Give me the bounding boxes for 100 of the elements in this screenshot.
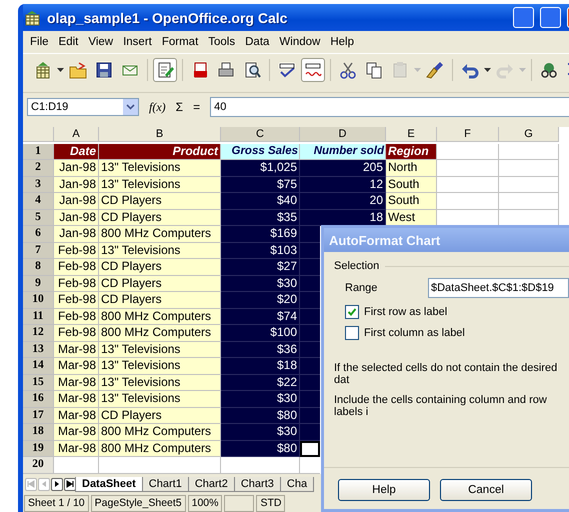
row-header[interactable]: 7 [23,242,54,259]
menu-item[interactable]: Edit [54,34,84,50]
column-header[interactable]: A [54,127,99,142]
table-cell: CD Players [99,259,221,276]
redo-icon [496,61,514,79]
status-field [224,494,254,512]
row-header[interactable]: 20 [23,457,54,474]
range-field[interactable]: $DataSheet.$C$1:$D$19 [428,278,569,298]
table-cell: 800 MHz Computers [99,308,221,325]
table-cell: $80 [221,408,300,424]
table-cell: $30 [221,276,300,292]
checkbox[interactable] [345,305,359,319]
table-cell: $35 [221,210,300,226]
toolbar-button[interactable] [153,58,177,82]
menu-item[interactable]: Help [325,34,359,50]
column-heading: Product [99,144,221,160]
table-cell: CD Players [99,210,221,226]
table-cell: Mar-98 [54,408,99,424]
row-header[interactable]: 5 [23,210,54,226]
table-cell: CD Players [99,408,221,424]
row-header[interactable]: 4 [23,193,54,210]
field-label: Range [345,282,378,294]
function-wizard-button[interactable]: f(x) [149,100,166,114]
first-icon [27,480,35,488]
table-cell: 800 MHz Computers [99,440,221,457]
formula-input[interactable]: 40 [210,97,569,117]
active-cell[interactable] [300,440,320,457]
toolbar-button[interactable] [301,58,325,82]
menu-item[interactable]: View [83,34,118,50]
table-cell: Jan-98 [54,160,99,176]
status-field: 100% [188,494,222,512]
dialog-button[interactable]: Help [338,479,430,501]
sheet-tab[interactable]: Cha [280,476,314,492]
group-label: Selection [334,260,380,272]
name-box[interactable]: C1:D19 [27,98,139,116]
table-cell: 13" Televisions [99,358,221,374]
row-header[interactable]: 1 [23,144,54,160]
row-header[interactable]: 10 [23,292,54,308]
table-cell: Jan-98 [54,193,99,210]
sheet-tab[interactable]: DataSheet [75,476,143,492]
menu-item[interactable]: Data [240,34,274,50]
sheet-tab[interactable]: Chart3 [234,476,281,492]
column-header[interactable]: G [499,127,559,142]
row-header[interactable]: 19 [23,440,54,457]
next-sheet-button[interactable] [51,478,63,490]
last-sheet-button[interactable] [64,478,76,490]
table-cell: Jan-98 [54,176,99,193]
column-heading: Number sold [300,144,386,160]
menu-item[interactable]: Tools [203,34,240,50]
row-header[interactable]: 12 [23,325,54,342]
table-cell: Feb-98 [54,259,99,276]
table-cell: $30 [221,424,300,440]
column-header[interactable]: D [300,127,386,142]
table-cell: $18 [221,358,300,374]
menu-item[interactable]: File [25,34,54,50]
checkbox-label[interactable]: First column as label [364,327,465,339]
table-cell: Feb-98 [54,325,99,342]
dropdown-arrow-icon[interactable] [57,68,64,72]
row-header[interactable]: 11 [23,308,54,325]
maximize-button[interactable] [540,7,561,28]
row-header[interactable]: 16 [23,391,54,408]
checkbox-label[interactable]: First row as label [364,306,448,318]
preview-icon [243,61,261,79]
menu-item[interactable]: Insert [118,34,157,50]
brush-icon [426,61,444,79]
table-cell: $36 [221,342,300,358]
function-button[interactable]: = [193,100,200,114]
row-header[interactable]: 9 [23,276,54,292]
edit-icon [156,61,174,79]
row-header[interactable]: 8 [23,259,54,276]
row-header[interactable]: 17 [23,408,54,424]
checkbox[interactable] [345,326,359,340]
menu-item[interactable]: Format [156,34,204,50]
table-cell: CD Players [99,193,221,210]
sheet-tab[interactable]: Chart2 [188,476,235,492]
column-heading: Gross Sales [221,144,300,160]
table-cell: South [386,193,437,210]
dialog-button[interactable]: Cancel [440,479,532,501]
print-icon [217,61,235,79]
row-header[interactable]: 13 [23,342,54,358]
minimize-button[interactable] [513,7,534,28]
row-header[interactable]: 3 [23,176,54,193]
row-header[interactable]: 15 [23,374,54,391]
table-cell: Feb-98 [54,292,99,308]
row-header[interactable]: 18 [23,424,54,440]
menu-item[interactable]: Window [274,34,326,50]
column-header[interactable]: E [386,127,437,142]
info-text: Include the cells containing column and row labels i [334,394,548,418]
row-header[interactable]: 2 [23,160,54,176]
column-heading: Date [54,144,99,160]
sum-button[interactable]: Σ [176,100,184,114]
sheet-tab[interactable]: Chart1 [142,476,189,492]
column-header[interactable]: C [221,127,300,142]
column-header[interactable]: B [99,127,221,142]
table-cell: $169 [221,226,300,242]
table-cell: Mar-98 [54,374,99,391]
dropdown-arrow-icon[interactable] [484,68,491,72]
column-header[interactable]: F [437,127,499,142]
row-header[interactable]: 6 [23,226,54,242]
row-header[interactable]: 14 [23,358,54,374]
